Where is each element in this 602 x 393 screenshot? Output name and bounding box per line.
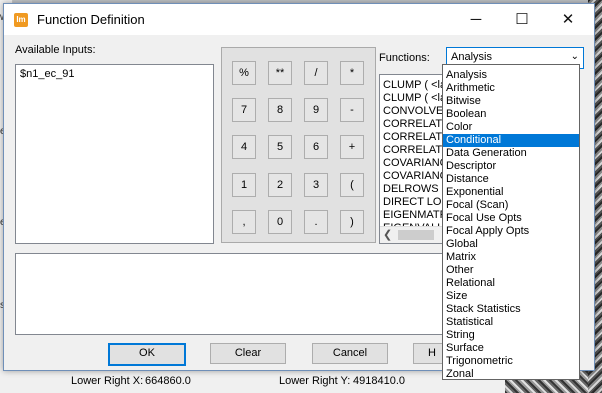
- maximize-button[interactable]: ☐: [499, 4, 545, 35]
- keypad-button[interactable]: 0: [268, 210, 292, 234]
- keypad-button[interactable]: 2: [268, 173, 292, 197]
- keypad-button[interactable]: /: [304, 61, 328, 85]
- dropdown-option[interactable]: Exponential: [443, 186, 579, 199]
- function-list-scrollbar[interactable]: ❮: [380, 226, 450, 243]
- keypad-button[interactable]: %: [232, 61, 256, 85]
- function-item[interactable]: CLUMP ( <lay: [383, 93, 450, 104]
- function-item[interactable]: CORRELATIO: [383, 145, 450, 156]
- available-inputs-label: Available Inputs:: [15, 44, 96, 56]
- lower-right-x-label: Lower Right X:: [71, 375, 144, 387]
- function-category-value: Analysis: [451, 51, 492, 63]
- dialog-title: Function Definition: [37, 12, 145, 27]
- keypad-button[interactable]: 8: [268, 98, 292, 122]
- function-item[interactable]: DIRECT LOO: [383, 197, 450, 208]
- lower-right-x-value: 664860.0: [145, 375, 191, 387]
- keypad-button[interactable]: 5: [268, 135, 292, 159]
- keypad-button[interactable]: 1: [232, 173, 256, 197]
- dropdown-option[interactable]: Focal (Scan): [443, 199, 579, 212]
- keypad-button[interactable]: 7: [232, 98, 256, 122]
- dropdown-option[interactable]: String: [443, 329, 579, 342]
- scrollbar-thumb[interactable]: [398, 230, 434, 240]
- dropdown-option[interactable]: Trigonometric: [443, 355, 579, 368]
- dropdown-option[interactable]: Focal Apply Opts: [443, 225, 579, 238]
- lower-right-y-value: 4918410.0: [353, 375, 405, 387]
- function-category-dropdown[interactable]: Analysis Arithmetic Bitwise Boolean Colo…: [442, 64, 580, 380]
- dropdown-option[interactable]: Relational: [443, 277, 579, 290]
- dropdown-option[interactable]: Descriptor: [443, 160, 579, 173]
- close-button[interactable]: ✕: [545, 4, 591, 35]
- dropdown-option[interactable]: Analysis: [443, 69, 579, 82]
- function-list[interactable]: CLUMP ( <lay CLUMP ( <lay CONVOLVE ( COR…: [379, 74, 451, 244]
- dropdown-option[interactable]: Matrix: [443, 251, 579, 264]
- function-item[interactable]: COVARIANC: [383, 158, 448, 169]
- dropdown-option[interactable]: Boolean: [443, 108, 579, 121]
- dropdown-option[interactable]: Global: [443, 238, 579, 251]
- function-item[interactable]: DELROWS (: [383, 184, 445, 195]
- dropdown-option[interactable]: Focal Use Opts: [443, 212, 579, 225]
- keypad-button[interactable]: **: [268, 61, 292, 85]
- app-icon: Im: [14, 13, 28, 27]
- dropdown-option-highlighted[interactable]: Conditional: [443, 134, 579, 147]
- keypad-button[interactable]: ,: [232, 210, 256, 234]
- dropdown-option[interactable]: Bitwise: [443, 95, 579, 108]
- function-item[interactable]: CORRELATIO: [383, 132, 450, 143]
- function-item[interactable]: CLUMP ( <lay: [383, 80, 450, 91]
- ok-button[interactable]: OK: [108, 343, 186, 366]
- dropdown-option[interactable]: Arithmetic: [443, 82, 579, 95]
- keypad-button[interactable]: 4: [232, 135, 256, 159]
- functions-label: Functions:: [379, 52, 430, 64]
- clear-button[interactable]: Clear: [210, 343, 286, 364]
- operator-keypad: % ** / * 7 8 9 - 4 5 6 + 1 2 3 ( , 0 . ): [221, 47, 376, 243]
- function-item[interactable]: CORRELATIO: [383, 119, 450, 130]
- keypad-button[interactable]: 6: [304, 135, 328, 159]
- available-inputs-list[interactable]: $n1_ec_91: [15, 64, 214, 244]
- keypad-button[interactable]: (: [340, 173, 364, 197]
- chevron-down-icon[interactable]: ⌄: [571, 51, 579, 62]
- keypad-button[interactable]: +: [340, 135, 364, 159]
- minimize-button[interactable]: ─: [453, 4, 499, 35]
- title-bar[interactable]: Im Function Definition ─ ☐ ✕: [4, 4, 594, 35]
- dropdown-option[interactable]: Data Generation: [443, 147, 579, 160]
- dropdown-option[interactable]: Other: [443, 264, 579, 277]
- dropdown-option[interactable]: Surface: [443, 342, 579, 355]
- dropdown-option[interactable]: Statistical: [443, 316, 579, 329]
- dropdown-option[interactable]: Stack Statistics: [443, 303, 579, 316]
- keypad-button[interactable]: *: [340, 61, 364, 85]
- dropdown-option[interactable]: Distance: [443, 173, 579, 186]
- expression-editor[interactable]: [15, 253, 445, 335]
- function-item[interactable]: EIGENMATR: [383, 210, 448, 221]
- list-item[interactable]: $n1_ec_91: [20, 68, 74, 80]
- keypad-button[interactable]: .: [304, 210, 328, 234]
- function-item[interactable]: COVARIANC: [383, 171, 448, 182]
- cancel-button[interactable]: Cancel: [312, 343, 388, 364]
- lower-right-y-label: Lower Right Y:: [279, 375, 351, 387]
- dropdown-option[interactable]: Zonal: [443, 368, 579, 381]
- dropdown-option[interactable]: Size: [443, 290, 579, 303]
- keypad-button[interactable]: ): [340, 210, 364, 234]
- function-item[interactable]: CONVOLVE (: [383, 106, 450, 117]
- keypad-button[interactable]: 3: [304, 173, 328, 197]
- keypad-button[interactable]: -: [340, 98, 364, 122]
- keypad-button[interactable]: 9: [304, 98, 328, 122]
- chevron-left-icon[interactable]: ❮: [383, 228, 392, 241]
- dropdown-option[interactable]: Color: [443, 121, 579, 134]
